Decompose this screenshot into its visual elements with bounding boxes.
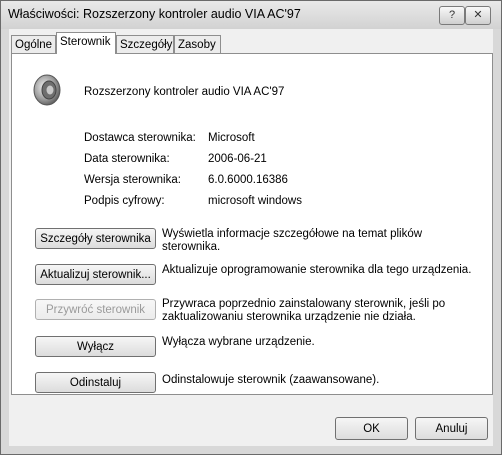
tab-general[interactable]: Ogólne [11,35,56,53]
disable-device-description: Wyłącza wybrane urządzenie. [162,336,315,348]
title-bar[interactable]: Właściwości: Rozszerzony kontroler audio… [1,1,501,29]
properties-dialog: Właściwości: Rozszerzony kontroler audio… [0,0,502,455]
tab-details[interactable]: Szczegóły [116,35,174,53]
date-label: Data sterownika: [84,153,170,165]
signer-label: Podpis cyfrowy: [84,195,165,207]
version-value: 6.0.6000.16386 [208,174,288,186]
ok-button[interactable]: OK [335,417,408,440]
uninstall-button[interactable]: Odinstaluj [35,372,156,393]
tab-resources[interactable]: Zasoby [174,35,221,53]
update-driver-button[interactable]: Aktualizuj sterownik... [35,264,156,285]
dialog-body: Ogólne Sterownik Szczegóły Zasoby Rozsze… [9,29,493,446]
window-title: Właściwości: Rozszerzony kontroler audio… [8,7,301,21]
date-value: 2006-06-21 [208,153,267,165]
roll-back-driver-button[interactable]: Przywróć sterownik [35,299,156,320]
roll-back-driver-description: Przywraca poprzednio zainstalowany stero… [162,298,446,323]
provider-value: Microsoft [208,132,255,144]
driver-panel: Rozszerzony kontroler audio VIA AC'97 Do… [11,53,493,395]
help-button[interactable]: ? [439,6,465,25]
driver-details-button[interactable]: Szczegóły sterownika [35,228,156,249]
disable-device-button[interactable]: Wyłącz [35,336,156,357]
close-icon: ✕ [473,9,483,21]
close-button[interactable]: ✕ [465,6,491,25]
cancel-button[interactable]: Anuluj [415,417,488,440]
signer-value: microsoft windows [208,195,302,207]
version-label: Wersja sterownika: [84,174,181,186]
tab-driver[interactable]: Sterownik [56,32,116,54]
device-name: Rozszerzony kontroler audio VIA AC'97 [84,86,285,98]
speaker-icon [33,74,61,106]
update-driver-description: Aktualizuje oprogramowanie sterownika dl… [162,264,472,276]
provider-label: Dostawca sterownika: [84,132,196,144]
driver-details-description: Wyświetla informacje szczegółowe na tema… [162,228,423,253]
uninstall-description: Odinstalowuje sterownik (zaawansowane). [162,374,380,386]
